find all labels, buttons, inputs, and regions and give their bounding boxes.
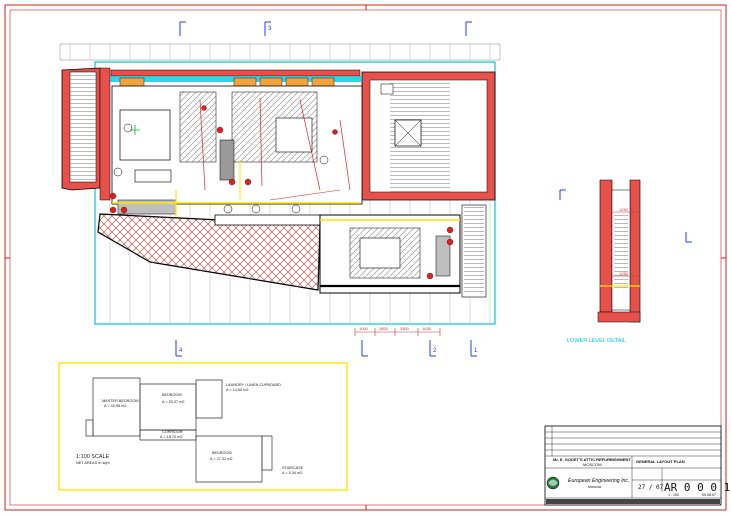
dimension-label: 1000 — [359, 326, 369, 331]
section-marker-3: 3 — [268, 26, 272, 32]
key-room-area: A = 33,37 m2 — [162, 400, 184, 404]
key-room-area: A = 27,31 m2 — [210, 457, 232, 461]
dimension-label: 1630 — [422, 326, 432, 331]
project-city: MOSCOW — [583, 462, 602, 467]
key-room-name: CORRIDOR — [162, 430, 183, 434]
key-room-name: BEDROOM — [162, 393, 182, 397]
key-room-name: LAUNDRY / LINEN CUPBOARD — [226, 383, 281, 387]
key-plan-scale: 1:100 SCALE — [76, 454, 110, 460]
section-marker-4: 4 — [179, 348, 183, 354]
lower-level-detail — [559, 179, 692, 323]
dimension-label: 1800 — [379, 326, 389, 331]
detail-dim-top: 1250 — [619, 207, 629, 212]
key-plan-net-areas: NET AREAS m sqm — [76, 461, 110, 465]
section-marker-2: 2 — [433, 348, 437, 354]
drawing-title: GENERAL LAYOUT PLAN — [636, 459, 685, 464]
drawing-date: 05.08.07 — [702, 493, 716, 497]
key-room-name: MASTER BEDROOM — [102, 399, 139, 403]
key-room-area: A = 14,50 m2 — [226, 388, 248, 392]
key-room-name: STAIRCASE — [282, 466, 304, 470]
company-city: Moscow — [588, 485, 602, 489]
drawing-scale: 1 : 100 — [668, 493, 679, 497]
section-marker-1: 1 — [474, 348, 478, 354]
company-name: European Engineering Inc. — [568, 478, 629, 484]
floor-plan — [59, 43, 501, 325]
sheet-number: 27 / 07 — [638, 484, 664, 491]
key-room-area: A = 5,34 m2 — [282, 471, 302, 475]
key-room-area: A = 42,95 m2 — [104, 404, 126, 408]
detail-title: LOWER LEVEL DETAIL — [567, 338, 626, 344]
key-room-area: A = 18,70 m2 — [160, 435, 182, 439]
interior-rooms — [109, 85, 363, 218]
key-room-name: BEDROOM — [212, 451, 232, 455]
dimension-label: 2500 — [400, 326, 410, 331]
detail-dim-bottom: 1250 — [619, 271, 629, 276]
key-plan — [58, 362, 348, 491]
